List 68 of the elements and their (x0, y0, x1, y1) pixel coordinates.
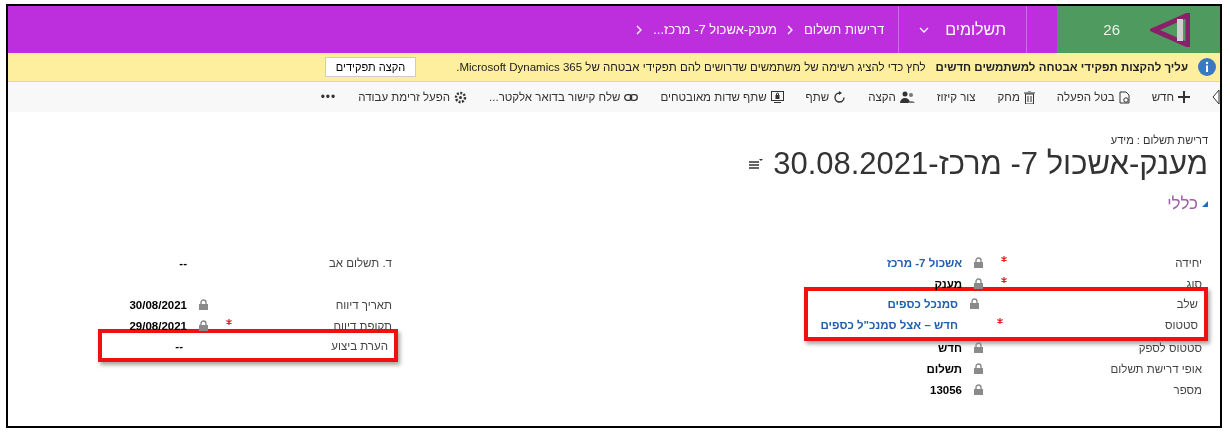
screen-lock-icon (770, 91, 784, 103)
toolbar-button[interactable]: חדש (1151, 91, 1190, 103)
toolbar-button[interactable]: בטל הפעלה (1056, 90, 1130, 104)
required-icon (1001, 277, 1007, 283)
field-label: שלב (1175, 297, 1199, 310)
lock-icon (974, 257, 983, 268)
field-value: -- (175, 339, 184, 352)
notice-message: לחץ כדי להציג רשימה של משתמשים שדרושים להם תפקידי אבטחה של Microsoft Dynamics 365. (456, 61, 926, 73)
lock-icon (199, 299, 208, 310)
people-icon (899, 90, 915, 104)
breadcrumb[interactable]: דרישות תשלום (804, 22, 885, 37)
trash-icon (1023, 90, 1035, 104)
field-label: סטטוס לספק (1137, 341, 1203, 354)
toolbar-button[interactable]: הקצה (868, 90, 915, 104)
field-value: -- (179, 256, 188, 269)
more-button[interactable]: ••• (320, 90, 337, 104)
logo-icon (1150, 12, 1190, 47)
field-label: יחידה (1174, 256, 1203, 269)
info-icon (1198, 58, 1216, 76)
document-icon (1118, 90, 1130, 104)
field-value: חדש (938, 341, 963, 354)
breadcrumb[interactable]: מענק-אשכול 7- מרכז... (653, 22, 777, 37)
chevron-icon[interactable] (636, 24, 644, 35)
field-label: מספר (1172, 383, 1203, 396)
lock-icon (974, 278, 983, 289)
toolbar-button[interactable]: צור קיזוז (936, 91, 976, 103)
field-value: 30/08/2021 (129, 298, 188, 311)
plus-icon (1178, 91, 1190, 103)
logo-text: 26 (1103, 21, 1120, 38)
notice-title: עליך להקצות תפקידי אבטחה למשתמשים חדשים (935, 61, 1188, 73)
field-label: הערת ביצוע (330, 339, 389, 352)
field-link[interactable]: סמנכל כספים (887, 297, 963, 310)
section-title: כללי (1167, 194, 1198, 214)
chevron-down-icon (919, 26, 930, 33)
lock-icon (974, 384, 983, 395)
entity-label: דרישת תשלום : מידע (1109, 134, 1208, 146)
field-value: מענק (934, 277, 963, 290)
lock-icon (974, 363, 983, 374)
field-link[interactable]: חדש – אצל סמנכ"ל כספים (820, 318, 963, 331)
chevron-icon[interactable] (787, 24, 794, 35)
assign-roles-button[interactable]: הקצה תפקידים (324, 57, 417, 77)
field-label: תאריך דיווח (334, 298, 393, 311)
lock-icon (974, 342, 983, 353)
field-label: סוג (1185, 277, 1203, 290)
field-label: תקופת דיווח (332, 319, 393, 332)
lock-icon (970, 298, 979, 309)
lock-icon (199, 320, 208, 331)
required-icon (1001, 256, 1007, 262)
required-icon (997, 318, 1003, 324)
field-value: 13056 (930, 383, 963, 396)
required-icon (226, 319, 232, 325)
field-value: 29/08/2021 (129, 319, 188, 332)
expand-triangle-icon[interactable] (1202, 201, 1208, 207)
toolbar-button[interactable]: הפעל זרימת עבודה (358, 90, 468, 104)
share-icon (833, 90, 847, 104)
link-icon (624, 93, 639, 101)
toolbar-button[interactable]: שתף (805, 90, 847, 104)
menu-icon[interactable] (749, 159, 764, 169)
field-label: ד. תשלום אב (327, 256, 393, 269)
field-link[interactable]: אשכול 7- מרכז (886, 256, 967, 269)
toolbar-button[interactable]: שתף שדות מאובטחים (660, 91, 784, 103)
toolbar-button[interactable]: מחק (997, 90, 1035, 104)
gear-icon (454, 90, 468, 104)
toolbar-button[interactable]: שלח קישור בדואר אלקטר... (489, 91, 639, 103)
field-label: סטטוס (1163, 318, 1199, 331)
record-title: מענק-אשכול 7- מרכז-30.08.2021 (773, 146, 1208, 182)
field-label: אופי דרישת תשלום (1109, 362, 1203, 375)
field-value: תשלום (926, 362, 963, 375)
